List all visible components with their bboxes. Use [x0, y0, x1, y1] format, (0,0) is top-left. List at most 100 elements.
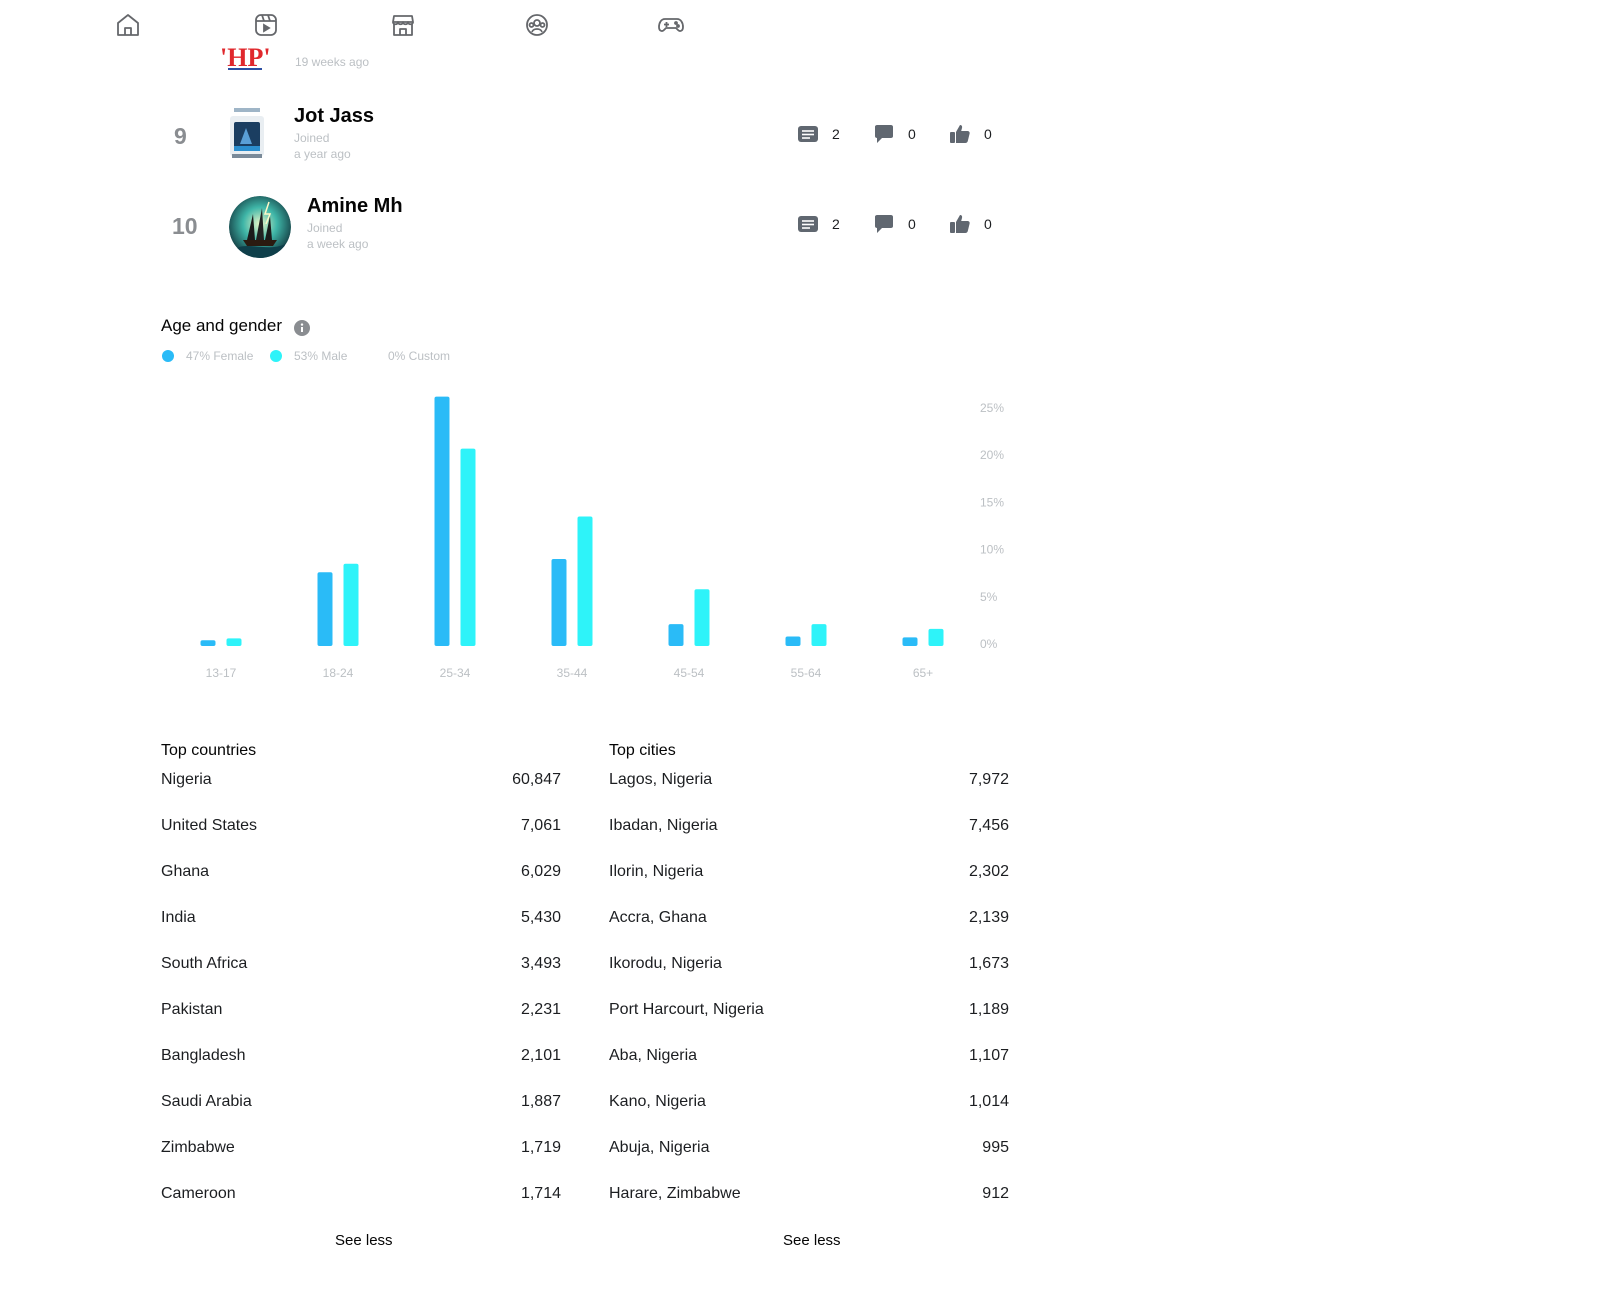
groups-icon[interactable] — [523, 11, 551, 39]
info-icon[interactable] — [294, 320, 310, 336]
y-tick-label: 0% — [980, 637, 998, 651]
bar-male-45-54[interactable] — [694, 589, 710, 646]
joined-label: Joined — [294, 131, 330, 145]
y-tick-label: 15% — [980, 495, 1004, 509]
list-item-count: 1,714 — [520, 1185, 561, 1202]
list-item-count: 1,189 — [968, 1001, 1009, 1018]
list-item-name: Kano, Nigeria — [609, 1093, 706, 1110]
video-icon[interactable] — [252, 11, 280, 39]
list-item: Abuja, Nigeria 995 — [609, 1139, 1009, 1163]
list-item-name: Ghana — [161, 863, 210, 880]
list-item: Bangladesh 2,101 — [161, 1047, 561, 1071]
list-item-count: 2,231 — [520, 1001, 561, 1018]
legend-label: 47% Female — [186, 349, 254, 363]
list-item-name: Zimbabwe — [161, 1139, 235, 1156]
list-item-name: Aba, Nigeria — [609, 1047, 698, 1064]
posts-stat: 2 — [796, 122, 840, 146]
avatar[interactable] — [226, 106, 268, 162]
top-countries-title: Top countries — [161, 742, 257, 759]
list-item-count: 5,430 — [520, 909, 561, 926]
legend-custom: 0% Custom — [388, 349, 450, 363]
bar-male-35-44[interactable] — [577, 516, 593, 646]
list-item-name: South Africa — [161, 955, 248, 972]
list-item-count: 1,014 — [968, 1093, 1009, 1110]
legend-swatch — [162, 350, 174, 362]
y-tick-label: 10% — [980, 543, 1004, 557]
top-nav — [0, 0, 1621, 50]
see-less-cities-button[interactable]: See less — [783, 1232, 841, 1249]
list-item: Accra, Ghana 2,139 — [609, 909, 1009, 933]
y-tick-label: 20% — [980, 448, 1004, 462]
list-item-name: Accra, Ghana — [609, 909, 707, 926]
list-item-name: Bangladesh — [161, 1047, 246, 1064]
list-item: India 5,430 — [161, 909, 561, 933]
comment-icon — [875, 215, 893, 233]
list-item: Harare, Zimbabwe 912 — [609, 1185, 1009, 1209]
comment-icon — [875, 125, 893, 143]
comments-stat: 0 — [872, 122, 916, 146]
bar-female-35-44[interactable] — [551, 559, 567, 646]
bar-female-65+[interactable] — [902, 637, 918, 646]
list-item-count: 3,493 — [520, 955, 561, 972]
reactions-count: 0 — [984, 216, 992, 232]
list-item-count: 7,061 — [520, 817, 561, 834]
list-item-count: 60,847 — [512, 771, 561, 788]
list-item-name: Lagos, Nigeria — [609, 771, 713, 788]
list-item-name: Ilorin, Nigeria — [609, 863, 704, 880]
list-item: South Africa 3,493 — [161, 955, 561, 979]
bar-female-45-54[interactable] — [668, 624, 684, 646]
list-item-count: 1,107 — [968, 1047, 1009, 1064]
x-tick-label: 35-44 — [557, 666, 588, 680]
top-cities-title: Top cities — [609, 742, 676, 759]
x-tick-label: 45-54 — [674, 666, 705, 680]
y-tick-label: 5% — [980, 590, 998, 604]
posts-count: 2 — [832, 126, 840, 142]
x-tick-label: 55-64 — [791, 666, 822, 680]
marketplace-icon[interactable] — [389, 11, 417, 39]
legend-female: 47% Female — [162, 349, 253, 363]
contributor-name[interactable]: Jot Jass — [294, 105, 374, 128]
list-item-count: 912 — [982, 1185, 1009, 1202]
reactions-stat: 0 — [948, 122, 992, 146]
list-item-name: Nigeria — [161, 771, 212, 788]
gaming-icon[interactable] — [657, 11, 685, 39]
avatar: 'HP' — [218, 46, 272, 72]
bar-female-55-64[interactable] — [785, 636, 801, 646]
contributor-name[interactable]: Amine Mh — [307, 195, 403, 218]
comments-stat: 0 — [872, 212, 916, 236]
list-item-name: United States — [161, 817, 258, 834]
posts-count: 2 — [832, 216, 840, 232]
list-item-count: 1,887 — [520, 1093, 561, 1110]
posts-stat: 2 — [796, 212, 840, 236]
list-item: Pakistan 2,231 — [161, 1001, 561, 1025]
bar-female-18-24[interactable] — [317, 572, 333, 646]
age-gender-title: Age and gender — [161, 316, 282, 335]
see-less-countries-button[interactable]: See less — [335, 1232, 393, 1249]
reactions-stat: 0 — [948, 212, 992, 236]
bar-male-25-34[interactable] — [460, 448, 476, 646]
age-gender-chart: 13-17 18-24 25-34 35-44 45-54 55-64 65+ 25% 20% 1… — [200, 396, 1004, 680]
post-icon — [798, 126, 818, 142]
contributor-row: 9 Jot Jass Joined a year ago 2 0 0 — [0, 100, 1100, 180]
home-icon[interactable] — [114, 11, 142, 39]
joined-label: Joined — [307, 221, 343, 235]
rank-number: 9 — [174, 123, 187, 149]
list-item-count: 6,029 — [520, 863, 561, 880]
list-item-name: Abuja, Nigeria — [609, 1139, 710, 1156]
list-item: Ikorodu, Nigeria 1,673 — [609, 955, 1009, 979]
bar-female-13-17[interactable] — [200, 640, 216, 646]
bar-male-65+[interactable] — [928, 628, 944, 646]
list-item-name: Ibadan, Nigeria — [609, 817, 718, 834]
bar-female-25-34[interactable] — [434, 396, 450, 646]
bar-male-18-24[interactable] — [343, 563, 359, 646]
legend-male: 53% Male — [270, 349, 347, 363]
list-item-count: 7,972 — [968, 771, 1009, 788]
list-item-name: Harare, Zimbabwe — [609, 1185, 741, 1202]
legend-label: 0% Custom — [388, 349, 451, 363]
list-item: Ghana 6,029 — [161, 863, 561, 887]
list-item: Ibadan, Nigeria 7,456 — [609, 817, 1009, 841]
avatar[interactable] — [229, 196, 291, 258]
bar-male-13-17[interactable] — [226, 638, 242, 646]
bar-male-55-64[interactable] — [811, 624, 827, 646]
list-item-name: India — [161, 909, 196, 926]
